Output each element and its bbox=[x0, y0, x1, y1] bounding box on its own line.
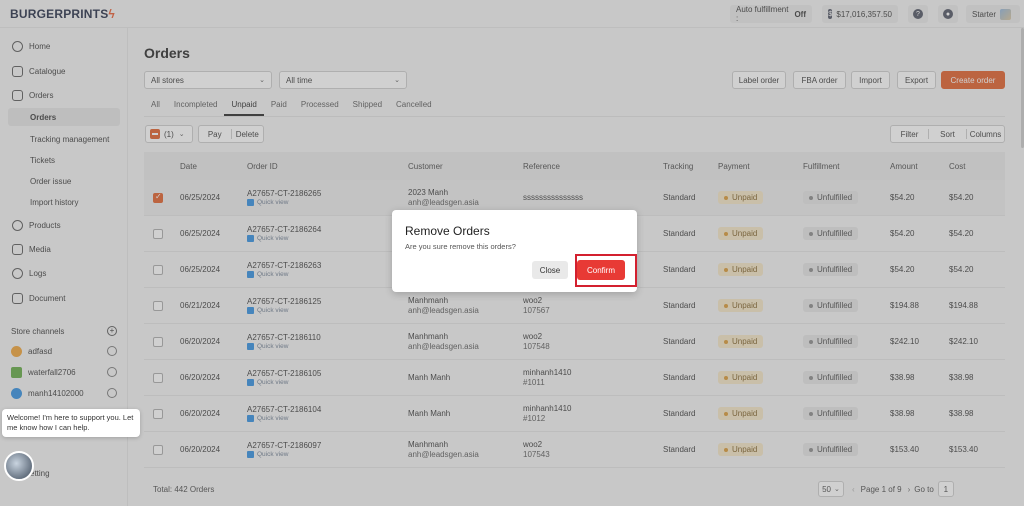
dialog-message: Are you sure remove this orders? bbox=[405, 242, 516, 251]
chat-welcome-tooltip[interactable]: Welcome! I'm here to support you. Let me… bbox=[2, 409, 140, 437]
close-button[interactable]: Close bbox=[532, 261, 568, 279]
confirm-button[interactable]: Confirm bbox=[577, 260, 625, 280]
chat-support-avatar[interactable] bbox=[4, 451, 34, 481]
remove-orders-dialog: Remove Orders Are you sure remove this o… bbox=[392, 210, 637, 292]
dialog-title: Remove Orders bbox=[405, 224, 490, 238]
